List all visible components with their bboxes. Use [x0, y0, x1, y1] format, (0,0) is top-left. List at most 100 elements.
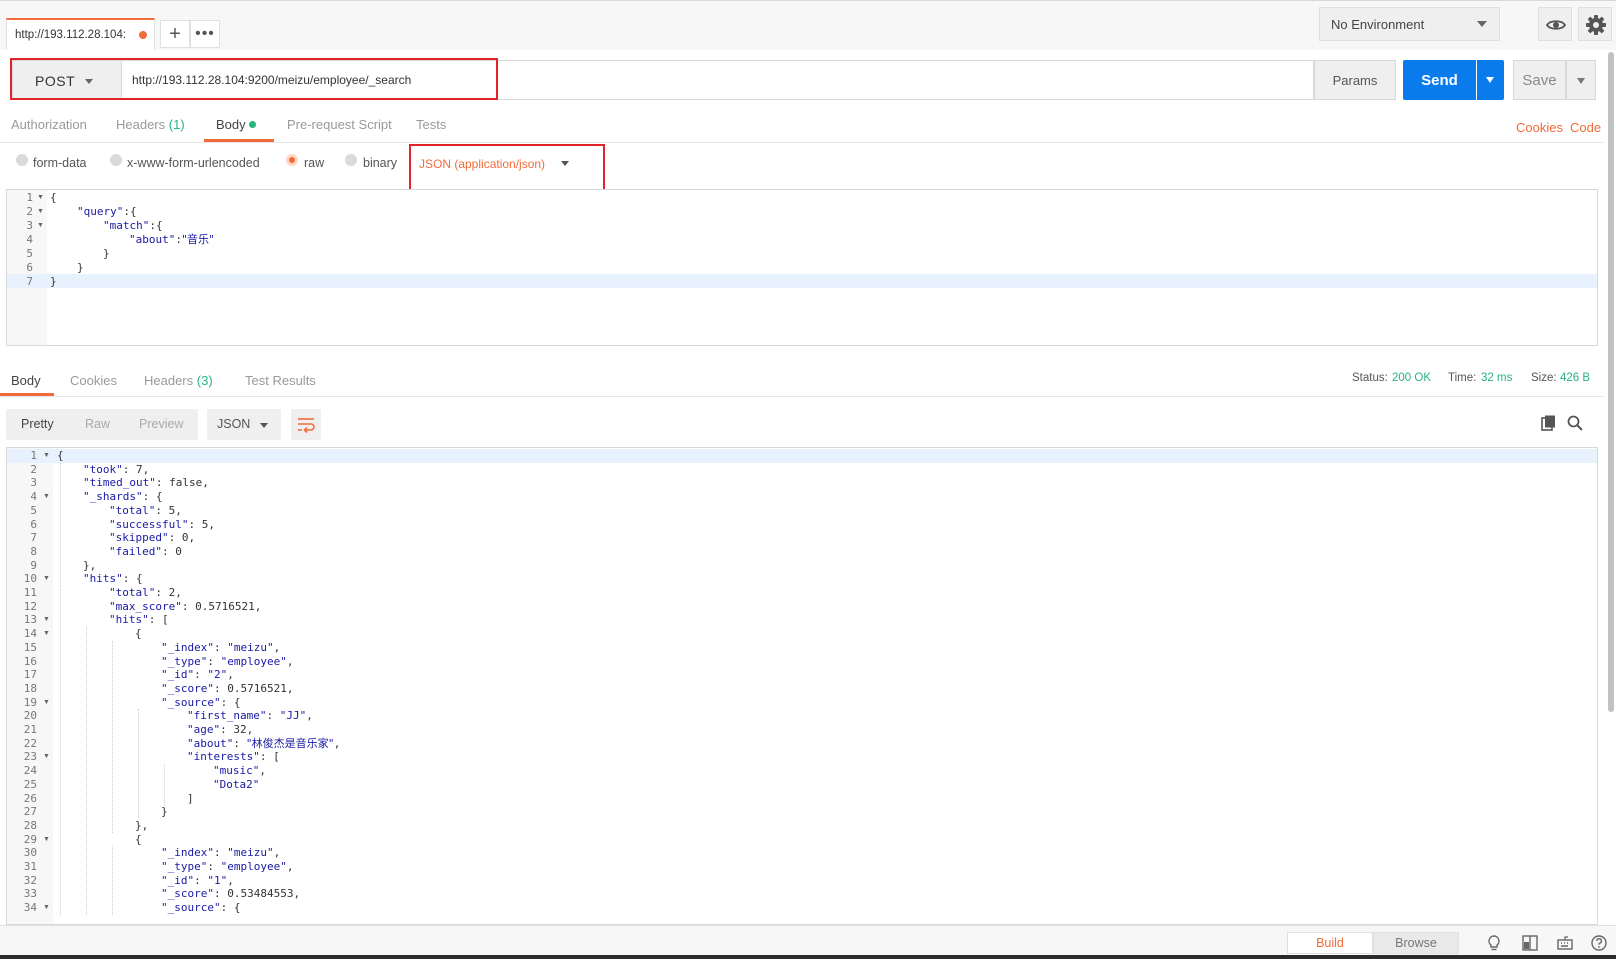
fold-toggle-icon[interactable]: ▼	[43, 627, 50, 641]
fold-toggle-icon[interactable]: ▼	[43, 833, 50, 847]
more-tabs-button[interactable]: •••	[190, 20, 220, 48]
radio-urlencoded[interactable]	[110, 154, 122, 166]
line-number: 29	[23, 832, 37, 846]
line-number: 2	[26, 205, 33, 218]
view-pretty-button[interactable]: Pretty	[21, 417, 54, 431]
code-line: {	[135, 627, 142, 641]
tab-headers[interactable]: Headers (1)	[116, 117, 185, 132]
json-key: "_source"	[161, 901, 221, 915]
indent-guide	[138, 709, 139, 819]
chevron-down-icon	[1486, 77, 1494, 83]
code-line: "skipped": 0,	[109, 531, 195, 545]
fold-toggle-icon[interactable]: ▼	[43, 696, 50, 710]
keyboard-icon[interactable]	[1556, 934, 1574, 952]
fold-toggle-icon[interactable]: ▼	[43, 901, 50, 915]
build-mode-button[interactable]: Build	[1287, 932, 1373, 954]
view-raw-button[interactable]: Raw	[85, 417, 110, 431]
response-headers-count: (3)	[196, 373, 213, 388]
tab-pre-request-script[interactable]: Pre-request Script	[287, 117, 392, 132]
new-tab-button[interactable]: +	[160, 20, 190, 48]
tab-response-body[interactable]: Body	[11, 373, 41, 388]
tab-authorization[interactable]: Authorization	[11, 117, 87, 132]
json-string: "JJ"	[279, 709, 307, 723]
json-punct: },	[83, 558, 97, 572]
request-tab[interactable]: http://193.112.28.104:	[6, 18, 155, 50]
line-number: 27	[23, 805, 37, 819]
json-punct: : 5,	[188, 517, 215, 531]
time-label: Time:	[1448, 372, 1477, 384]
bulb-icon[interactable]	[1485, 934, 1503, 952]
json-key: "successful"	[109, 517, 189, 531]
time-value[interactable]: 32 ms	[1481, 372, 1512, 384]
radio-form-data-label[interactable]: form-data	[33, 156, 87, 170]
tab-body[interactable]: Body	[216, 117, 257, 132]
tab-response-headers[interactable]: Headers (3)	[144, 373, 213, 388]
radio-binary[interactable]	[345, 154, 357, 166]
tab-test-results[interactable]: Test Results	[245, 373, 316, 388]
environment-quick-look-button[interactable]	[1538, 7, 1572, 41]
json-punct: :	[207, 860, 221, 873]
response-format-select[interactable]: JSON	[207, 409, 281, 440]
status-value[interactable]: 200 OK	[1392, 372, 1431, 384]
environment-select[interactable]: No Environment	[1319, 7, 1500, 41]
radio-binary-label[interactable]: binary	[363, 156, 397, 170]
json-string: "employee"	[220, 654, 287, 668]
json-key: "failed"	[109, 544, 162, 558]
fold-toggle-icon[interactable]: ▼	[43, 572, 50, 586]
line-number: 8	[30, 544, 37, 558]
json-key: "total"	[109, 586, 156, 599]
line-number: 5	[30, 503, 37, 517]
save-button[interactable]: Save	[1513, 60, 1566, 100]
radio-raw-label[interactable]: raw	[304, 156, 324, 170]
code-line: "match":{	[103, 219, 163, 233]
copy-icon[interactable]	[1540, 414, 1558, 432]
radio-raw[interactable]	[286, 154, 298, 166]
json-punct: ,	[333, 736, 341, 750]
cookies-link[interactable]: Cookies	[1516, 120, 1563, 135]
fold-toggle-icon[interactable]: ▼	[43, 490, 50, 504]
line-number: 17	[23, 668, 37, 682]
radio-urlencoded-label[interactable]: x-www-form-urlencoded	[127, 156, 260, 170]
tab-tests[interactable]: Tests	[416, 117, 446, 132]
code-line: },	[83, 559, 96, 573]
json-key: "timed_out"	[83, 476, 156, 490]
fold-toggle-icon[interactable]: ▼	[37, 191, 44, 205]
json-punct: ]	[187, 791, 194, 805]
fold-toggle-icon[interactable]: ▼	[43, 750, 50, 764]
fold-toggle-icon[interactable]: ▼	[43, 613, 50, 627]
json-key: "about"	[129, 233, 176, 246]
browse-mode-button[interactable]: Browse	[1373, 932, 1459, 954]
line-number: 3	[30, 476, 37, 490]
request-body-editor[interactable]: 1 2 3 4 5 6 7 ▼ ▼ ▼ { "query":{ "match":…	[6, 189, 1598, 346]
code-line: "music",	[213, 764, 266, 778]
wrap-lines-button[interactable]	[291, 409, 321, 440]
send-button[interactable]: Send	[1403, 60, 1476, 100]
view-preview-button[interactable]: Preview	[139, 417, 183, 431]
help-icon[interactable]	[1590, 934, 1608, 952]
fold-toggle-icon[interactable]: ▼	[43, 449, 50, 463]
send-options-button[interactable]	[1477, 60, 1504, 100]
json-key: "_source"	[161, 695, 221, 709]
response-body-viewer[interactable]: 1 ▼ {2 "took": 7, 3 "timed_out": false, 4 ▼ "_sh…	[6, 447, 1598, 925]
fold-toggle-icon[interactable]: ▼	[37, 219, 44, 233]
tab-response-cookies[interactable]: Cookies	[70, 373, 117, 388]
line-number: 31	[23, 860, 37, 873]
code-link[interactable]: Code	[1570, 120, 1601, 135]
search-icon[interactable]	[1566, 414, 1584, 432]
radio-form-data[interactable]	[16, 154, 28, 166]
fold-toggle-icon[interactable]: ▼	[37, 205, 44, 219]
page-scrollbar-thumb[interactable]	[1608, 52, 1614, 712]
json-punct: : 0.5716521,	[181, 599, 262, 613]
indent-guide	[86, 627, 87, 915]
two-pane-icon[interactable]	[1521, 934, 1539, 952]
save-options-button[interactable]	[1566, 60, 1596, 100]
json-key: "_id"	[161, 668, 195, 682]
params-button[interactable]: Params	[1314, 60, 1396, 100]
json-punct: ,	[286, 654, 294, 668]
divider	[0, 142, 1616, 143]
json-punct: : [	[259, 750, 280, 764]
indent-guide	[60, 462, 61, 586]
annotation-box-content-type	[409, 144, 605, 194]
manage-environments-button[interactable]	[1578, 7, 1612, 41]
size-value[interactable]: 426 B	[1560, 372, 1590, 384]
